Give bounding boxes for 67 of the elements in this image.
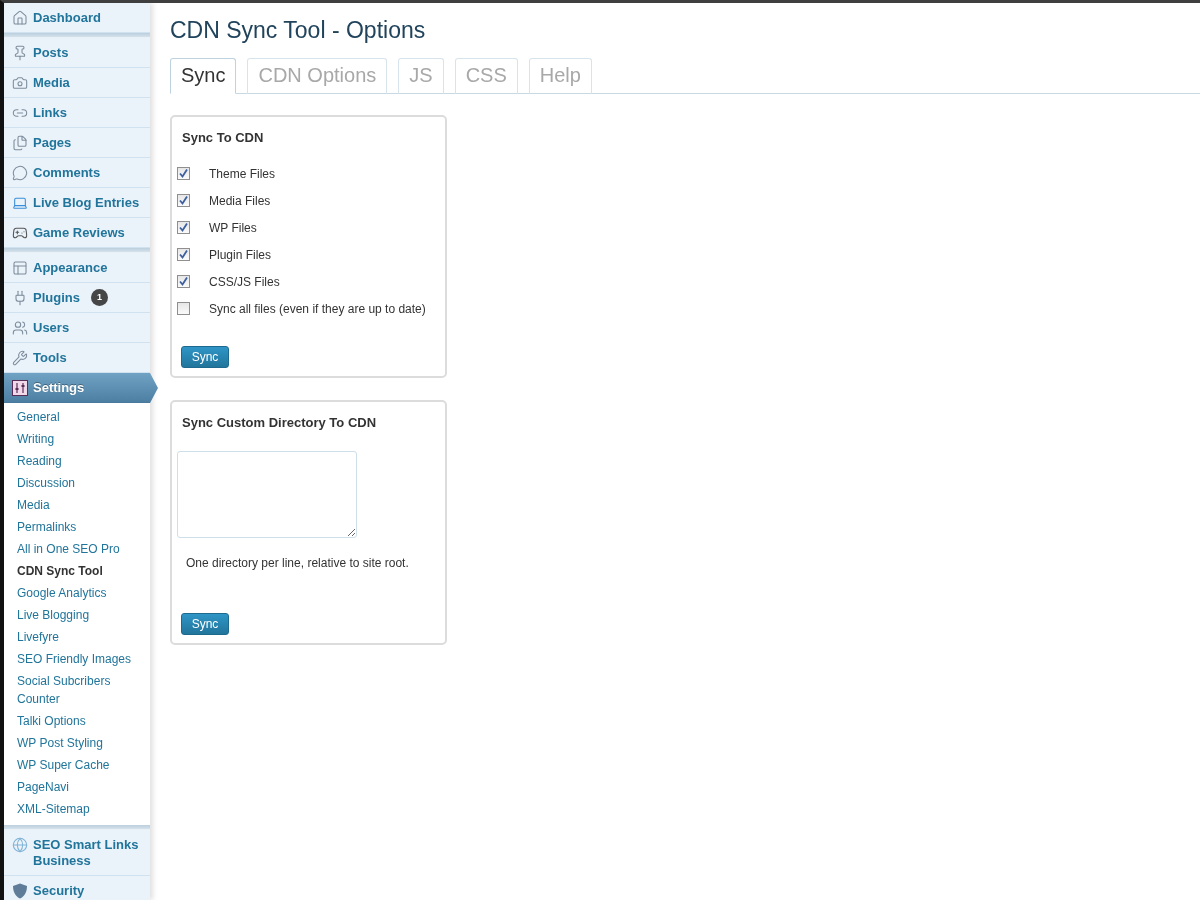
pushpin-icon [12,45,28,61]
checkbox-label: Sync all files (even if they are up to date) [209,300,426,317]
checkbox-label: CSS/JS Files [209,273,280,290]
submenu-item[interactable]: Writing [4,428,150,450]
checkbox[interactable] [177,167,190,180]
laptop-icon [12,195,28,211]
menu-item[interactable]: Links [4,98,150,128]
submenu-item[interactable]: Social Subcribers Counter [4,670,150,710]
menu-item[interactable]: Plugins 1 [4,283,150,313]
checkbox[interactable] [177,194,190,207]
submenu-item[interactable]: Talki Options [4,710,150,732]
menu-item[interactable]: Game Reviews [4,218,150,248]
shield-icon [12,883,28,899]
menu-item[interactable]: Settings [4,373,158,403]
checkbox-label: Theme Files [209,165,276,182]
update-count-badge: 1 [90,289,108,306]
submenu-item[interactable]: All in One SEO Pro [4,538,150,560]
submenu-item[interactable]: SEO Friendly Images [4,648,150,670]
menu-item[interactable]: Posts [4,38,150,68]
menu-item[interactable]: Tools [4,343,150,373]
pages-icon [12,135,28,151]
menu-item[interactable]: Comments [4,158,150,188]
sliders-icon [12,380,28,396]
submenu-item[interactable]: Permalinks [4,516,150,538]
camera-icon [12,75,28,91]
wrench-icon [12,350,28,366]
menu-item[interactable]: Dashboard [4,3,150,33]
menu-item[interactable]: Security [4,876,150,900]
checkbox[interactable] [177,221,190,234]
menu-item[interactable]: SEO Smart Links Business [4,830,150,876]
submenu-item[interactable]: Discussion [4,472,150,494]
submenu-item[interactable]: Reading [4,450,150,472]
layout-icon [12,260,28,276]
checkbox-label: WP Files [209,219,257,236]
users-icon [12,320,28,336]
plug-icon [12,290,28,306]
submenu-item[interactable]: PageNavi [4,776,150,798]
panel-heading: Sync To CDN [182,130,264,146]
submenu-item[interactable]: Media [4,494,150,516]
submenu-item[interactable]: WP Post Styling [4,732,150,754]
menu-item[interactable]: Pages [4,128,150,158]
submenu-item[interactable]: XML-Sitemap [4,798,150,820]
page-title: CDN Sync Tool - Options [170,16,427,45]
submenu-item[interactable]: Google Analytics [4,582,150,604]
checkbox-label: Plugin Files [209,246,272,263]
globe-icon [12,837,28,853]
sync-button[interactable]: Sync [181,346,229,368]
menu-item[interactable]: Media [4,68,150,98]
menu-item[interactable]: Appearance [4,253,150,283]
speech-bubble-icon [12,165,28,181]
panel-heading: Sync Custom Directory To CDN [182,415,377,431]
checkbox-label: Media Files [209,192,271,209]
submenu-item[interactable]: CDN Sync Tool [4,560,150,582]
submenu-item[interactable]: Livefyre [4,626,150,648]
checkbox[interactable] [177,302,190,315]
submenu-item[interactable]: WP Super Cache [4,754,150,776]
sync-button[interactable]: Sync [181,613,229,635]
submenu-item[interactable]: Live Blogging [4,604,150,626]
checkbox[interactable] [177,248,190,261]
gamepad-icon [12,225,28,241]
menu-item[interactable]: Users [4,313,150,343]
menu-item[interactable]: Live Blog Entries [4,188,150,218]
house-icon [12,10,28,26]
submenu-item[interactable]: General [4,406,150,428]
tab[interactable]: Sync [170,58,237,94]
help-text: One directory per line, relative to site root. [186,555,409,571]
checkbox[interactable] [177,275,190,288]
